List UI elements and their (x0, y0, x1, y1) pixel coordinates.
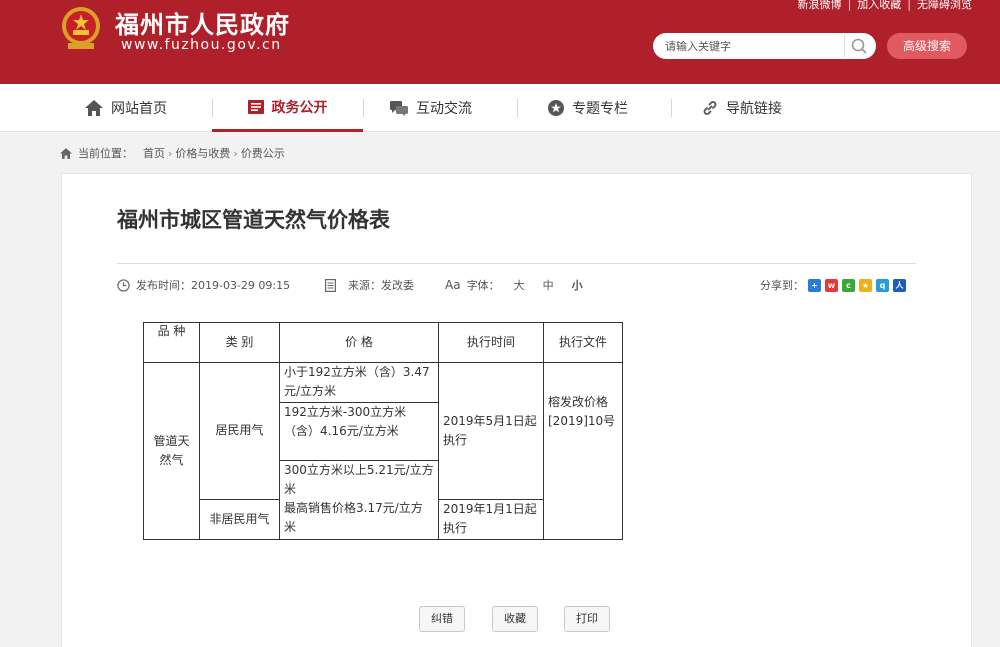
font-size-large[interactable]: 大 (514, 277, 525, 293)
chat-icon (390, 100, 408, 116)
nav-divider (363, 99, 364, 117)
home-icon (85, 100, 103, 116)
cell-non-residential: 非居民用气 (199, 499, 280, 540)
cell-exec-doc: 榕发改价格[2019]10号 (543, 362, 623, 540)
nav-label: 导航链接 (726, 101, 782, 117)
renren-icon[interactable]: 人 (893, 278, 906, 292)
font-label: 字体： (466, 279, 500, 292)
search-icon (851, 38, 867, 54)
header-variety: 品 种 (143, 322, 200, 363)
cell-residential-time: 2019年5月1日起执行 (438, 362, 544, 500)
favorite-button[interactable]: 收藏 (492, 606, 538, 632)
divider (117, 263, 916, 264)
header-exec-doc: 执行文件 (543, 322, 623, 363)
breadcrumb-price-notice[interactable]: 价费公示 (241, 145, 285, 161)
publish-time: 发布时间： 2019-03-29 09:15 (117, 277, 290, 293)
weibo-link[interactable]: 新浪微博 (798, 0, 842, 11)
share-bar: 分享到： + w c ★ q 人 (760, 277, 906, 293)
price-table: 品 种 类 别 价 格 执行时间 执行文件 管道天然气 居民用气 小于192立方… (143, 322, 623, 540)
site-url: www.fuzhou.gov.cn (121, 37, 282, 53)
link-icon (703, 101, 717, 115)
nav-label: 网站首页 (111, 101, 167, 117)
nav-divider (671, 99, 672, 117)
header-exec-time: 执行时间 (438, 322, 544, 363)
correct-button[interactable]: 纠错 (419, 606, 465, 632)
publish-time-value: 2019-03-29 09:15 (191, 278, 291, 292)
national-emblem-icon (62, 7, 100, 49)
search-input[interactable] (665, 37, 835, 55)
cell-variety: 管道天然气 (143, 362, 200, 540)
wechat-icon[interactable]: c (842, 278, 855, 292)
font-size-small[interactable]: 小 (572, 277, 583, 293)
chevron-right-icon: › (233, 146, 238, 160)
cell-non-residential-price: 最高销售价格3.17元/立方米 (279, 499, 439, 540)
header-category: 类 别 (199, 322, 280, 363)
nav-label: 互动交流 (416, 101, 472, 117)
nav-label: 政务公开 (271, 99, 328, 116)
home-icon (60, 147, 72, 159)
nav-links[interactable]: 导航链接 (702, 84, 782, 132)
article-card: 福州市城区管道天然气价格表 发布时间： 2019-03-29 09:15 来源：… (61, 173, 972, 647)
source-value: 发改委 (381, 279, 414, 292)
article-title: 福州市城区管道天然气价格表 (117, 208, 390, 232)
nav-divider (517, 99, 518, 117)
qzone-icon[interactable]: ★ (859, 278, 872, 292)
main-nav: 网站首页 政务公开 互动交流 专题专栏 导航链接 (0, 84, 1000, 132)
site-header: 福州市人民政府 www.fuzhou.gov.cn 新浪微博 | 加入收藏 | 无障碍浏… (0, 0, 1000, 84)
font-size-icon: Aa (445, 278, 461, 292)
search-button[interactable] (844, 35, 872, 57)
cell-tier2-price: 192立方米-300立方米（含）4.16元/立方米 (279, 402, 439, 461)
weibo-icon[interactable]: w (825, 278, 838, 292)
site-title[interactable]: 福州市人民政府 (115, 5, 290, 40)
source-label: 来源： (348, 279, 381, 292)
nav-label: 专题专栏 (572, 101, 628, 117)
nav-interaction[interactable]: 互动交流 (390, 84, 472, 132)
add-favorite-link[interactable]: 加入收藏 (857, 0, 901, 11)
header-price: 价 格 (279, 322, 439, 363)
share-plus-icon[interactable]: + (808, 278, 821, 292)
clock-icon (117, 278, 130, 292)
accessibility-link[interactable]: 无障碍浏览 (917, 0, 972, 11)
chevron-right-icon: › (168, 146, 173, 160)
star-icon (548, 100, 564, 116)
cell-tier1-price: 小于192立方米（含）3.47元/立方米 (279, 362, 439, 403)
breadcrumb: 当前位置： 首页 › 价格与收费 › 价费公示 (60, 145, 285, 161)
font-size-control: Aa 字体： 大 中 小 (445, 277, 583, 293)
breadcrumb-home[interactable]: 首页 (143, 145, 165, 161)
nav-gov-affairs[interactable]: 政务公开 (212, 84, 363, 132)
document-icon (247, 99, 264, 114)
print-button[interactable]: 打印 (564, 606, 610, 632)
cell-residential: 居民用气 (199, 362, 280, 500)
cell-tier3-price: 300立方米以上5.21元/立方米 (279, 460, 439, 499)
breadcrumb-price-fees[interactable]: 价格与收费 (175, 145, 230, 161)
document-icon (325, 278, 336, 292)
nav-special-topics[interactable]: 专题专栏 (548, 84, 628, 132)
font-size-medium[interactable]: 中 (543, 277, 554, 293)
publish-label: 发布时间： (136, 279, 191, 292)
nav-home[interactable]: 网站首页 (85, 84, 167, 132)
share-label: 分享到： (760, 279, 804, 292)
top-links: 新浪微博 | 加入收藏 | 无障碍浏览 (797, 0, 972, 11)
article-source: 来源： 发改委 (325, 277, 414, 293)
cell-non-residential-time: 2019年1月1日起执行 (438, 499, 544, 540)
breadcrumb-prefix: 当前位置： (78, 147, 133, 160)
search-box (653, 33, 876, 59)
qq-icon[interactable]: q (876, 278, 889, 292)
advanced-search-button[interactable]: 高级搜索 (887, 33, 967, 59)
